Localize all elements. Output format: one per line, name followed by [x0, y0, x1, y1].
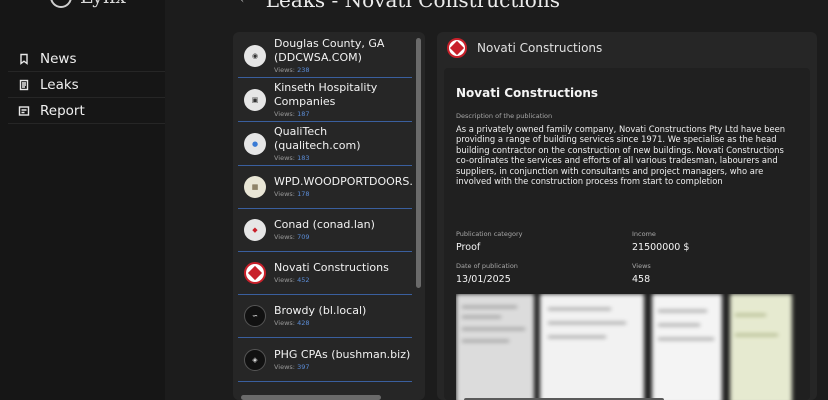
list-item-name: Browdy (bl.local) [274, 304, 367, 317]
leaks-list: ◉ Douglas County, GA (DDCWSA.COM) Views:… [233, 32, 425, 400]
company-logo-icon: ◆ [244, 219, 266, 241]
list-item-name: WPD.WOODPORTDOORS.COM [274, 175, 412, 188]
sidebar-item-label: News [40, 50, 77, 67]
lynx-logo-icon [50, 0, 72, 8]
list-item-name: QualiTech (qualitech.com) [274, 124, 361, 152]
detail-body: Novati Constructions Description of the … [444, 68, 810, 400]
list-scrollbar[interactable] [416, 38, 421, 288]
list-item-name: Kinseth Hospitality Companies [274, 80, 378, 108]
arrow-left-icon[interactable]: ← [240, 0, 252, 8]
leak-detail: Novati Constructions Novati Construction… [437, 32, 817, 400]
company-logo-icon: ▦ [244, 176, 266, 198]
list-item-views: Views: 428 [274, 319, 310, 327]
company-logo-icon: ◈ [244, 348, 266, 371]
list-item[interactable]: ▦ WPD.WOODPORTDOORS.COM Views: 178 [238, 166, 412, 209]
sidebar: Lynx News Leaks Report [0, 0, 165, 400]
report-icon [18, 105, 30, 116]
description-text: As a privately owned family company, Nov… [456, 124, 786, 187]
proof-thumbnails [456, 294, 808, 400]
document-icon [19, 79, 29, 90]
list-item-views: Views: 709 [274, 233, 310, 241]
company-logo-icon: ∽ [244, 305, 266, 327]
bookmark-icon [20, 53, 28, 65]
brand[interactable]: Lynx [50, 0, 126, 8]
proof-thumbnail[interactable] [652, 294, 722, 400]
list-item[interactable]: Novati Constructions Views: 452 [238, 252, 412, 295]
sidebar-item-news[interactable]: News [8, 46, 165, 72]
list-item-name: Conad (conad.lan) [274, 218, 375, 231]
sidebar-item-label: Report [40, 102, 85, 119]
list-item-name: Douglas County, GA (DDCWSA.COM) [274, 36, 385, 64]
page-title-text: Leaks - Novati Constructions [265, 0, 560, 12]
sidebar-nav: News Leaks Report [8, 46, 165, 124]
category-label: Publication category [456, 230, 523, 238]
novati-logo-icon [447, 38, 467, 58]
novati-logo-icon [244, 262, 266, 284]
proof-thumbnail[interactable] [730, 294, 792, 400]
list-item-views: Views: 187 [274, 109, 310, 118]
company-logo-icon: ● [244, 132, 266, 155]
views-value: 458 [632, 274, 651, 285]
company-logo-icon: ◉ [244, 44, 266, 67]
views-label: Views [632, 262, 651, 270]
income-value: 21500000 $ [632, 242, 690, 253]
date-value: 13/01/2025 [456, 274, 511, 285]
list-item[interactable]: ◈ PHG CPAs (bushman.biz) Views: 397 [238, 338, 412, 382]
list-item[interactable]: ◆ Conad (conad.lan) Views: 709 [238, 209, 412, 252]
detail-header: Novati Constructions [447, 38, 602, 58]
page-title: ← Leaks - Novati Constructions [240, 0, 560, 12]
list-item[interactable]: ▣ Kinseth Hospitality Companies Views: 1… [238, 78, 412, 122]
list-item[interactable]: ∽ Browdy (bl.local) Views: 428 [238, 295, 412, 338]
description-label: Description of the publication [456, 112, 553, 120]
brand-name: Lynx [80, 0, 126, 8]
proof-thumbnail[interactable] [540, 294, 644, 400]
list-item[interactable]: ● QualiTech (qualitech.com) Views: 183 [238, 122, 412, 166]
list-horizontal-scrollbar[interactable] [241, 395, 381, 400]
category-value: Proof [456, 242, 481, 253]
income-label: Income [632, 230, 656, 238]
list-item-views: Views: 238 [274, 65, 310, 74]
list-item-name: PHG CPAs (bushman.biz) [274, 347, 411, 361]
list-item-views: Views: 183 [274, 153, 310, 162]
list-item-views: Views: 397 [274, 362, 310, 371]
list-item-name: Novati Constructions [274, 261, 389, 274]
proof-thumbnail[interactable] [456, 294, 534, 400]
detail-header-name: Novati Constructions [477, 41, 603, 55]
sidebar-item-report[interactable]: Report [8, 98, 165, 124]
sidebar-item-leaks[interactable]: Leaks [8, 72, 165, 98]
company-logo-icon: ▣ [244, 88, 266, 111]
sidebar-item-label: Leaks [40, 76, 79, 93]
list-item[interactable]: ◉ Douglas County, GA (DDCWSA.COM) Views:… [238, 34, 412, 78]
date-label: Date of publication [456, 262, 518, 270]
list-item-views: Views: 178 [274, 190, 310, 198]
detail-title: Novati Constructions [456, 86, 599, 100]
list-item-views: Views: 452 [274, 276, 310, 284]
